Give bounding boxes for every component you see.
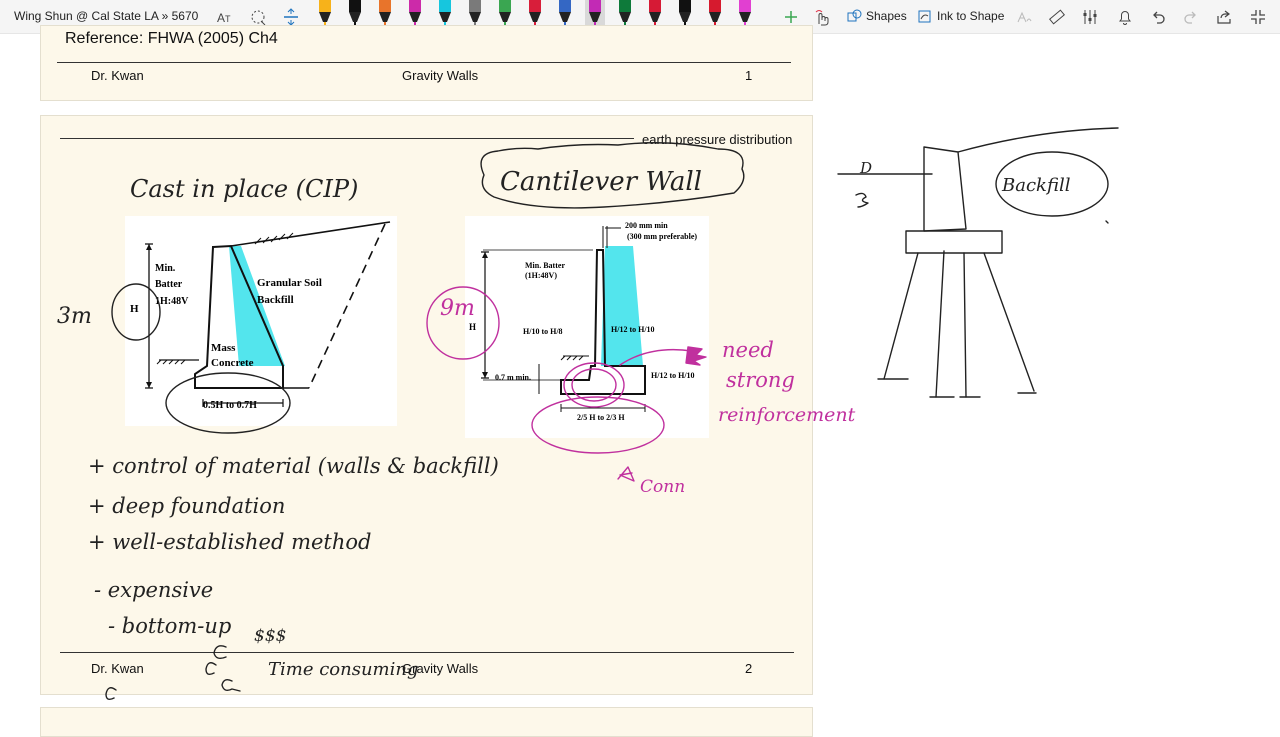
ink-wall-sketch xyxy=(923,146,967,232)
heading-rule xyxy=(60,138,634,139)
gravity-wall-figure: Min. Batter 1H:48V H Granular Soil Backf… xyxy=(125,216,397,426)
notebook-title[interactable]: Wing Shun @ Cal State LA » 5670 xyxy=(14,9,198,23)
pen-body xyxy=(349,0,361,12)
reference-text: Reference: FHWA (2005) Ch4 xyxy=(65,30,278,47)
pen-body xyxy=(469,0,481,12)
note-canvas[interactable]: Reference: FHWA (2005) Ch4 Dr. Kwan Grav… xyxy=(0,25,1280,737)
pen-body xyxy=(619,0,631,12)
share-icon[interactable] xyxy=(1212,5,1236,29)
footer-title: Gravity Walls xyxy=(402,68,479,83)
ink-replay-icon[interactable] xyxy=(1078,5,1102,29)
pen-nib xyxy=(349,12,361,22)
shapes-button[interactable]: Shapes xyxy=(846,8,907,24)
svg-text:A: A xyxy=(217,11,225,25)
pen-nib xyxy=(649,12,661,22)
pen-nib xyxy=(559,12,571,22)
label-stem-thickness: H/12 to H/10 xyxy=(611,325,655,334)
pen-body xyxy=(319,0,331,12)
pen-nib xyxy=(439,12,451,22)
label-stem-preferable: (300 mm preferable) xyxy=(627,232,697,241)
pen-nib xyxy=(619,12,631,22)
pen-nib xyxy=(409,12,421,22)
pen-body xyxy=(559,0,571,12)
ink-to-text-icon[interactable] xyxy=(1012,5,1036,29)
footer-author: Dr. Kwan xyxy=(91,661,144,676)
cantilever-wall-drawing: 200 mm min (300 mm preferable) Min. Batt… xyxy=(469,221,697,422)
pen-body xyxy=(709,0,721,12)
pen-body xyxy=(589,0,601,12)
pen-body xyxy=(529,0,541,12)
ink-d-label: D xyxy=(859,159,872,177)
ink-to-shape-icon xyxy=(918,10,931,23)
ink-to-shape-button[interactable]: Ink to Shape xyxy=(917,8,1004,24)
pen-body xyxy=(409,0,421,12)
label-batter-ratio: 1H:48V xyxy=(155,296,189,307)
label-base-width: 0.5H to 0.7H xyxy=(203,400,257,411)
label-granular-soil: Granular Soil xyxy=(257,277,322,289)
label-backfill: Backfill xyxy=(257,294,294,306)
label-batter: Batter xyxy=(155,279,183,290)
footer-author: Dr. Kwan xyxy=(91,68,144,83)
label-stem-min: 200 mm min xyxy=(625,221,668,230)
label-mass: Mass xyxy=(211,342,236,354)
notification-bell-icon[interactable] xyxy=(1113,5,1137,29)
label-batter-ratio: (1H:48V) xyxy=(525,271,557,280)
footer-page-number: 2 xyxy=(745,661,753,676)
slide-page-1: Reference: FHWA (2005) Ch4 Dr. Kwan Grav… xyxy=(40,25,813,101)
pen-nib xyxy=(379,12,391,22)
ink-footing-sketch xyxy=(905,230,1003,254)
footer-page-number: 1 xyxy=(745,68,753,83)
label-toe-thickness: H/10 to H/8 xyxy=(523,327,563,336)
shapes-label: Shapes xyxy=(866,9,907,23)
ink-to-shape-label: Ink to Shape xyxy=(937,9,1005,23)
pen-nib xyxy=(499,12,511,22)
ink-backfill-circle xyxy=(995,151,1109,217)
gravity-wall-drawing: Min. Batter 1H:48V H Granular Soil Backf… xyxy=(130,221,391,411)
shapes-icon xyxy=(847,9,862,22)
label-min-batter: Min. Batter xyxy=(525,261,565,270)
slide-page-2: earth pressure distribution Min. Batter … xyxy=(40,115,813,695)
label-height: H xyxy=(130,303,139,315)
pen-body xyxy=(679,0,691,12)
redo-icon[interactable] xyxy=(1179,5,1203,29)
label-height: H xyxy=(469,322,476,332)
pen-nib xyxy=(739,12,751,22)
touch-draw-icon[interactable] xyxy=(810,5,834,29)
label-min: Min. xyxy=(155,263,176,274)
pen-body xyxy=(379,0,391,12)
pen-body xyxy=(439,0,451,12)
footer-rule xyxy=(57,62,791,63)
ink-backfill-slope xyxy=(957,127,1119,153)
slide-page-3 xyxy=(40,707,813,737)
pen-nib xyxy=(679,12,691,22)
slide-heading: earth pressure distribution xyxy=(642,132,793,147)
label-min-depth: 0.7 m min. xyxy=(495,373,531,382)
svg-text:T: T xyxy=(225,14,231,24)
pen-body xyxy=(739,0,751,12)
pen-nib xyxy=(319,12,331,22)
ink-pile-sketch xyxy=(883,250,1035,398)
pen-body xyxy=(649,0,661,12)
label-base-width: 2/5 H to 2/3 H xyxy=(577,413,625,422)
label-base-thickness: H/12 to H/10 xyxy=(651,371,695,380)
collapse-icon[interactable] xyxy=(1246,5,1270,29)
pen-body xyxy=(499,0,511,12)
ruler-icon[interactable] xyxy=(1045,5,1069,29)
footer-rule xyxy=(60,652,794,653)
pen-nib xyxy=(529,12,541,22)
footer-title: Gravity Walls xyxy=(402,661,479,676)
ink-backfill: Backfill xyxy=(1001,175,1071,196)
label-concrete: Concrete xyxy=(211,357,254,369)
pen-nib xyxy=(709,12,721,22)
pen-nib xyxy=(589,12,601,22)
cantilever-wall-figure: 200 mm min (300 mm preferable) Min. Batt… xyxy=(465,216,709,438)
pen-nib xyxy=(469,12,481,22)
undo-icon[interactable] xyxy=(1146,5,1170,29)
